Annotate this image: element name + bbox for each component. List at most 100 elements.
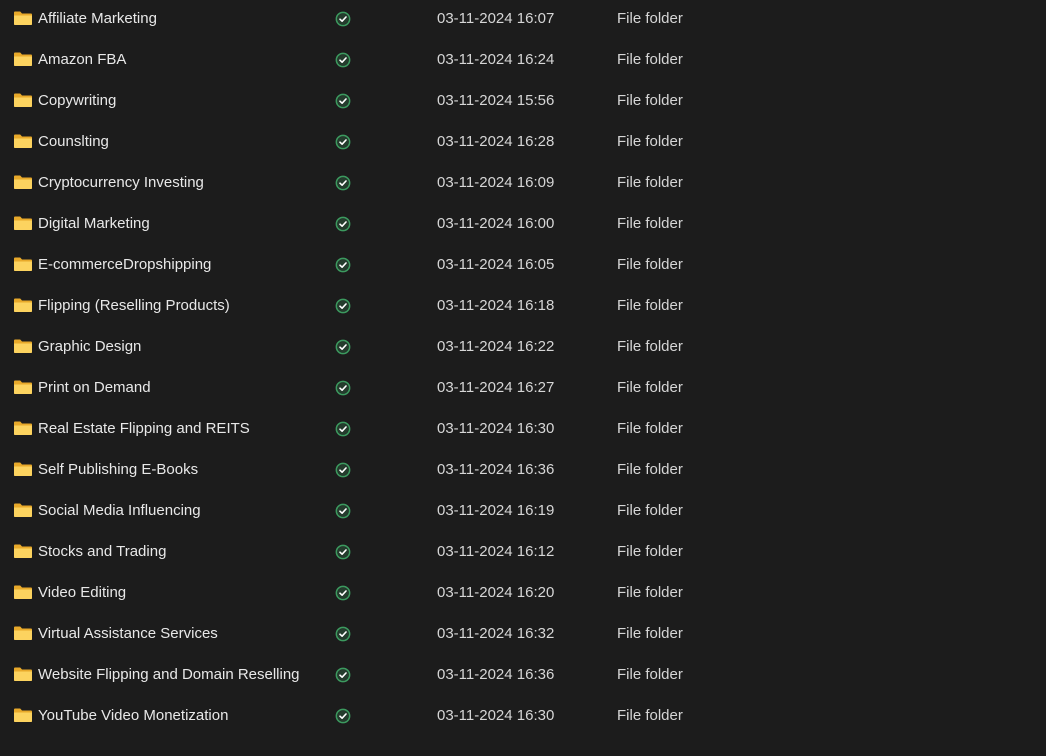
date-modified: 03-11-2024 16:22	[437, 338, 555, 355]
date-modified: 03-11-2024 16:18	[437, 297, 555, 314]
folder-icon	[14, 585, 32, 599]
file-row[interactable]: YouTube Video Monetization 03-11-2024 16:…	[0, 697, 1046, 738]
date-modified: 03-11-2024 16:36	[437, 461, 555, 478]
file-name[interactable]: Video Editing	[38, 584, 126, 601]
folder-icon	[14, 421, 32, 435]
file-row[interactable]: Copywriting 03-11-2024 15:56 File folder	[0, 82, 1046, 123]
date-modified: 03-11-2024 16:19	[437, 502, 555, 519]
folder-icon	[14, 298, 32, 312]
file-row[interactable]: Virtual Assistance Services 03-11-2024 16…	[0, 615, 1046, 656]
file-type: File folder	[617, 338, 683, 355]
sync-status-check-icon	[335, 462, 351, 478]
file-row[interactable]: Flipping (Reselling Products) 03-11-2024 …	[0, 287, 1046, 328]
file-name[interactable]: Amazon FBA	[38, 51, 126, 68]
file-type: File folder	[617, 707, 683, 724]
file-name[interactable]: Copywriting	[38, 92, 116, 109]
sync-status-check-icon	[335, 544, 351, 560]
file-type: File folder	[617, 10, 683, 27]
sync-status-check-icon	[335, 52, 351, 68]
file-type: File folder	[617, 256, 683, 273]
folder-icon	[14, 175, 32, 189]
folder-icon	[14, 626, 32, 640]
file-type: File folder	[617, 625, 683, 642]
file-type: File folder	[617, 379, 683, 396]
date-modified: 03-11-2024 16:12	[437, 543, 555, 560]
date-modified: 03-11-2024 16:20	[437, 584, 555, 601]
file-name[interactable]: Counslting	[38, 133, 109, 150]
file-name[interactable]: E-commerceDropshipping	[38, 256, 211, 273]
sync-status-check-icon	[335, 708, 351, 724]
file-type: File folder	[617, 133, 683, 150]
file-list: Affiliate Marketing 03-11-2024 16:07 File …	[0, 0, 1046, 756]
file-row[interactable]: E-commerceDropshipping 03-11-2024 16:05 Fi…	[0, 246, 1046, 287]
file-row[interactable]: Stocks and Trading 03-11-2024 16:12 File f…	[0, 533, 1046, 574]
sync-status-check-icon	[335, 134, 351, 150]
folder-icon	[14, 503, 32, 517]
file-name[interactable]: Affiliate Marketing	[38, 10, 157, 27]
file-name[interactable]: Flipping (Reselling Products)	[38, 297, 230, 314]
file-name[interactable]: Social Media Influencing	[38, 502, 201, 519]
folder-icon	[14, 380, 32, 394]
file-row[interactable]: Cryptocurrency Investing 03-11-2024 16:09…	[0, 164, 1046, 205]
sync-status-check-icon	[335, 11, 351, 27]
sync-status-check-icon	[335, 503, 351, 519]
sync-status-check-icon	[335, 626, 351, 642]
file-name[interactable]: Digital Marketing	[38, 215, 150, 232]
folder-icon	[14, 339, 32, 353]
date-modified: 03-11-2024 16:36	[437, 666, 555, 683]
folder-icon	[14, 11, 32, 25]
sync-status-check-icon	[335, 216, 351, 232]
sync-status-check-icon	[335, 298, 351, 314]
file-type: File folder	[617, 51, 683, 68]
file-type: File folder	[617, 584, 683, 601]
file-row[interactable]: Print on Demand 03-11-2024 16:27 File fold…	[0, 369, 1046, 410]
file-row[interactable]: Digital Marketing 03-11-2024 16:00 File fo…	[0, 205, 1046, 246]
file-type: File folder	[617, 666, 683, 683]
file-type: File folder	[617, 174, 683, 191]
file-row[interactable]: Real Estate Flipping and REITS 03-11-2024…	[0, 410, 1046, 451]
folder-icon	[14, 708, 32, 722]
file-type: File folder	[617, 461, 683, 478]
date-modified: 03-11-2024 16:05	[437, 256, 555, 273]
file-row[interactable]: Graphic Design 03-11-2024 16:22 File folde…	[0, 328, 1046, 369]
folder-icon	[14, 667, 32, 681]
folder-icon	[14, 216, 32, 230]
date-modified: 03-11-2024 15:56	[437, 92, 555, 109]
file-row[interactable]: Counslting 03-11-2024 16:28 File folder	[0, 123, 1046, 164]
file-name[interactable]: YouTube Video Monetization	[38, 707, 228, 724]
folder-icon	[14, 544, 32, 558]
sync-status-check-icon	[335, 175, 351, 191]
file-name[interactable]: Graphic Design	[38, 338, 141, 355]
file-type: File folder	[617, 420, 683, 437]
date-modified: 03-11-2024 16:24	[437, 51, 555, 68]
file-row[interactable]: Social Media Influencing 03-11-2024 16:19…	[0, 492, 1046, 533]
file-name[interactable]: Stocks and Trading	[38, 543, 166, 560]
file-row[interactable]: Affiliate Marketing 03-11-2024 16:07 File …	[0, 0, 1046, 41]
file-row[interactable]: Amazon FBA 03-11-2024 16:24 File folder	[0, 41, 1046, 82]
file-name[interactable]: Virtual Assistance Services	[38, 625, 218, 642]
file-type: File folder	[617, 92, 683, 109]
file-name[interactable]: Real Estate Flipping and REITS	[38, 420, 250, 437]
file-type: File folder	[617, 543, 683, 560]
file-name[interactable]: Self Publishing E-Books	[38, 461, 198, 478]
file-row[interactable]: Website Flipping and Domain Reselling 03-…	[0, 656, 1046, 697]
file-row[interactable]: Self Publishing E-Books 03-11-2024 16:36 F…	[0, 451, 1046, 492]
file-name[interactable]: Cryptocurrency Investing	[38, 174, 204, 191]
file-type: File folder	[617, 297, 683, 314]
file-row[interactable]: Video Editing 03-11-2024 16:20 File folder	[0, 574, 1046, 615]
date-modified: 03-11-2024 16:28	[437, 133, 555, 150]
date-modified: 03-11-2024 16:00	[437, 215, 555, 232]
file-name[interactable]: Website Flipping and Domain Reselling	[38, 666, 300, 683]
file-name[interactable]: Print on Demand	[38, 379, 151, 396]
sync-status-check-icon	[335, 93, 351, 109]
date-modified: 03-11-2024 16:30	[437, 707, 555, 724]
folder-icon	[14, 93, 32, 107]
date-modified: 03-11-2024 16:09	[437, 174, 555, 191]
sync-status-check-icon	[335, 339, 351, 355]
folder-icon	[14, 52, 32, 66]
folder-icon	[14, 257, 32, 271]
sync-status-check-icon	[335, 257, 351, 273]
date-modified: 03-11-2024 16:27	[437, 379, 555, 396]
date-modified: 03-11-2024 16:07	[437, 10, 555, 27]
folder-icon	[14, 134, 32, 148]
